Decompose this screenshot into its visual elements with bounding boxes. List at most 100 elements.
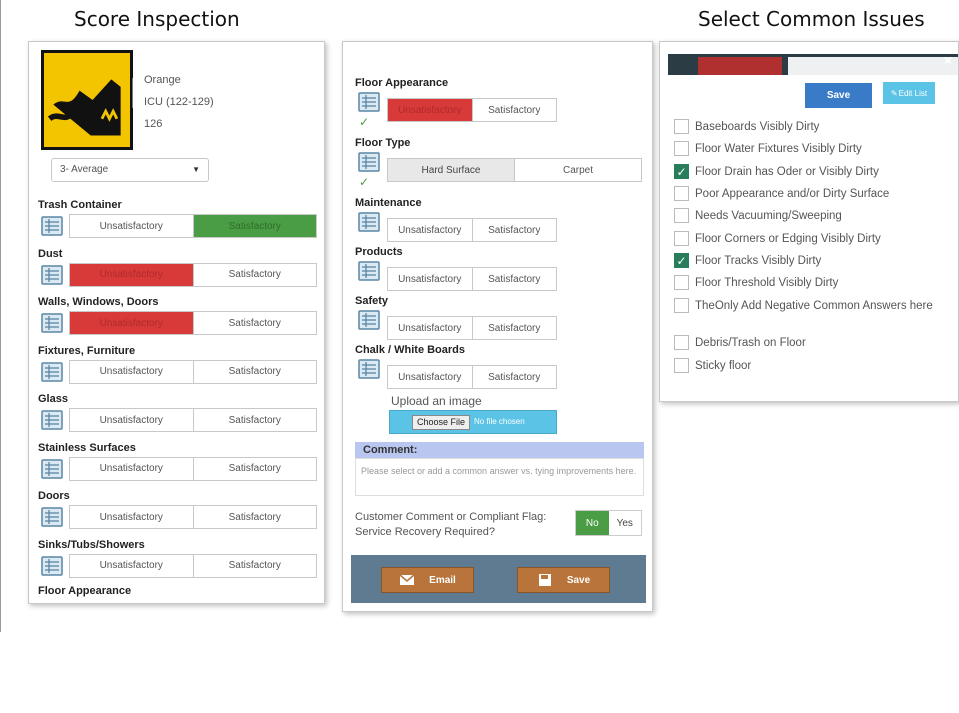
satisfactory-option[interactable]: Satisfactory	[471, 268, 557, 290]
issue-label-poor-appearance-and-or-dirty-surface: Poor Appearance and/or Dirty Surface	[695, 188, 890, 200]
category-label-dust: Dust	[38, 247, 63, 260]
unsatisfactory-option[interactable]: Unsatisfactory	[388, 99, 472, 121]
issue-checkbox-poor-appearance-and-or-dirty-surface[interactable]	[674, 186, 689, 201]
score-inspection-panel: Orange ICU (122-129) 126 3- Average ▼ Tr…	[28, 41, 325, 604]
list-icon[interactable]	[41, 361, 63, 382]
rating-toggle-stainless-surfaces: Unsatisfactory Satisfactory	[69, 456, 317, 481]
list-icon[interactable]	[41, 555, 63, 576]
issue-label-sticky-floor: Sticky floor	[695, 360, 752, 372]
unsatisfactory-option[interactable]: Unsatisfactory	[70, 555, 193, 577]
issue-label-floor-corners-or-edging-visibly-dirty: Floor Corners or Edging Visibly Dirty	[695, 233, 881, 245]
edit-list-label: Edit List	[898, 88, 928, 98]
issues-save-button[interactable]: Save	[805, 83, 872, 108]
unsatisfactory-option[interactable]: Unsatisfactory	[388, 317, 472, 339]
unsatisfactory-option[interactable]: Unsatisfactory	[388, 268, 472, 290]
flag-question: Customer Comment or Compliant Flag: Serv…	[355, 511, 547, 538]
category-label-walls-windows-doors: Walls, Windows, Doors	[38, 296, 159, 308]
issue-checkbox-needs-vacuuming-sweeping[interactable]	[674, 208, 689, 223]
issue-checkbox-floor-water-fixtures-visibly-dirty[interactable]	[674, 141, 689, 156]
upload-field[interactable]: Choose File No file chosen	[389, 410, 557, 434]
issue-label-debris-trash-on-floor: Debris/Trash on Floor	[695, 337, 806, 349]
common-issues-panel: × Save ✎ Edit List Baseboards Visibly Di…	[659, 41, 959, 402]
satisfactory-option[interactable]: Satisfactory	[471, 317, 557, 339]
list-icon[interactable]	[358, 212, 380, 232]
issue-checkbox-floor-drain-has-oder-or-visibly-dirty[interactable]: ✓	[674, 164, 689, 179]
list-icon[interactable]	[41, 410, 63, 430]
rating-toggle-chalk-white-boards: Unsatisfactory Satisfactory	[387, 365, 557, 389]
list-icon[interactable]	[358, 359, 380, 379]
satisfactory-option[interactable]: Satisfactory	[471, 219, 557, 241]
issue-checkbox-floor-corners-or-edging-visibly-dirty[interactable]	[674, 231, 689, 246]
rating-toggle-maintenance: Unsatisfactory Satisfactory	[387, 218, 557, 242]
satisfactory-option[interactable]: Satisfactory	[192, 457, 317, 480]
satisfactory-option[interactable]: Satisfactory	[192, 554, 317, 577]
unsatisfactory-option[interactable]: Unsatisfactory	[388, 366, 472, 388]
rating-toggle-dust: Unsatisfactory Satisfactory	[69, 262, 317, 287]
action-footer: Email Save	[351, 555, 646, 603]
rating-toggle-trash-container: Unsatisfactory Satisfactory	[69, 214, 317, 238]
list-icon[interactable]	[41, 264, 63, 285]
edit-list-button[interactable]: ✎ Edit List	[883, 82, 935, 104]
rating-toggle-sinks-tubs-showers: Unsatisfactory Satisfactory	[69, 553, 317, 578]
unsatisfactory-option[interactable]: Unsatisfactory	[70, 263, 193, 286]
rating-select-value: 3- Average	[60, 164, 109, 175]
list-icon[interactable]	[41, 458, 63, 479]
unsatisfactory-option[interactable]: Unsatisfactory	[70, 506, 193, 528]
flag-toggle: No Yes	[575, 510, 642, 536]
category-label-maintenance: Maintenance	[355, 197, 422, 209]
list-icon[interactable]	[358, 92, 380, 112]
category-label-floor-type: Floor Type	[355, 137, 411, 149]
issue-checkbox-sticky-floor[interactable]	[674, 358, 689, 373]
satisfactory-option[interactable]: Satisfactory	[192, 360, 317, 383]
issue-checkbox-floor-tracks-visibly-dirty[interactable]: ✓	[674, 253, 689, 268]
category-label-trash-container: Trash Container	[38, 199, 122, 211]
list-icon[interactable]	[41, 313, 63, 333]
checkmark-icon: ✓	[359, 175, 370, 189]
rating-select[interactable]: 3- Average ▼	[51, 158, 209, 182]
carpet-option[interactable]: Carpet	[514, 159, 641, 181]
satisfactory-option[interactable]: Satisfactory	[192, 263, 317, 286]
issue-label-floor-threshold-visibly-dirty: Floor Threshold Visibly Dirty	[695, 277, 839, 289]
satisfactory-option[interactable]: Satisfactory	[471, 99, 557, 121]
rating-toggle-doors: Unsatisfactory Satisfactory	[69, 505, 317, 529]
satisfactory-option[interactable]: Satisfactory	[192, 409, 317, 431]
choose-file-button[interactable]: Choose File	[412, 415, 471, 430]
unsatisfactory-option[interactable]: Unsatisfactory	[70, 312, 193, 334]
issue-label-floor-drain-has-oder-or-visibly-dirty: Floor Drain has Oder or Visibly Dirty	[695, 166, 879, 178]
list-icon[interactable]	[358, 310, 380, 330]
unsatisfactory-option[interactable]: Unsatisfactory	[70, 215, 193, 237]
list-icon[interactable]	[41, 507, 63, 527]
rating-toggle-glass: Unsatisfactory Satisfactory	[69, 408, 317, 432]
close-icon[interactable]: ×	[944, 52, 952, 68]
issue-checkbox-debris-trash-on-floor[interactable]	[674, 335, 689, 350]
category-label-floor-appearance-cut: Floor Appearance	[38, 585, 132, 597]
unsatisfactory-option[interactable]: Unsatisfactory	[70, 409, 193, 431]
background-tab-area	[788, 57, 958, 75]
list-icon[interactable]	[358, 152, 380, 172]
issue-checkbox-floor-threshold-visibly-dirty[interactable]	[674, 275, 689, 290]
list-icon[interactable]	[41, 216, 63, 236]
unsatisfactory-option[interactable]: Unsatisfactory	[388, 219, 472, 241]
category-label-stainless-surfaces: Stainless Surfaces	[38, 441, 136, 454]
email-button-label: Email	[429, 574, 456, 586]
floppy-disk-icon	[538, 574, 551, 586]
satisfactory-option[interactable]: Satisfactory	[192, 312, 317, 334]
location-unit: ICU (122-129)	[144, 96, 214, 108]
unsatisfactory-option[interactable]: Unsatisfactory	[70, 458, 193, 480]
hard-surface-option[interactable]: Hard Surface	[388, 159, 514, 181]
list-icon[interactable]	[358, 261, 380, 281]
unsatisfactory-option[interactable]: Unsatisfactory	[70, 361, 193, 383]
checkmark-icon: ✓	[359, 115, 370, 129]
flag-no-button[interactable]: No	[576, 511, 609, 535]
satisfactory-option[interactable]: Satisfactory	[471, 366, 557, 388]
flag-yes-button[interactable]: Yes	[608, 511, 641, 535]
email-button[interactable]: Email	[381, 567, 474, 593]
save-form-button[interactable]: Save	[517, 567, 610, 593]
satisfactory-option[interactable]: Satisfactory	[192, 506, 317, 528]
issue-checkbox-baseboards-visibly-dirty[interactable]	[674, 119, 689, 134]
comment-textarea[interactable]: Please select or add a common answer vs.…	[355, 458, 644, 496]
category-label-glass: Glass	[38, 393, 68, 405]
issue-checkbox-theonly-add-negative-common-answers-here[interactable]	[674, 298, 689, 313]
rating-toggle-walls-windows-doors: Unsatisfactory Satisfactory	[69, 311, 317, 335]
satisfactory-option[interactable]: Satisfactory	[192, 215, 316, 237]
